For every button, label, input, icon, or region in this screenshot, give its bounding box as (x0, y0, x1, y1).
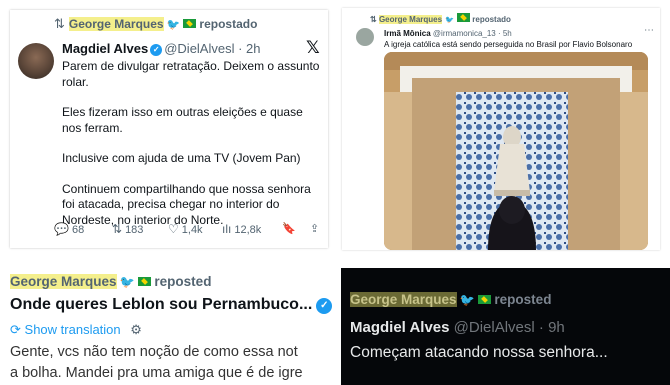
show-translation-label: Show translation (24, 322, 121, 337)
verified-badge-icon: ✓ (150, 44, 163, 56)
repost-icon: ⇅ (112, 222, 123, 236)
reply-count: 68 (71, 224, 85, 236)
reply-icon: 💬 (54, 222, 69, 236)
tweet-text-line: Gente, vcs não tem noção de como essa no… (10, 344, 298, 360)
repost-count: 183 (125, 224, 144, 236)
avatar[interactable] (356, 28, 374, 46)
tweet-card-4: George Marques 🐦 reposted Magdiel Alves @… (341, 268, 670, 385)
bird-icon: 🐦 (445, 15, 455, 24)
views-button[interactable]: ılı 12,8k (222, 222, 261, 236)
x-logo-icon: 𝕏 (306, 38, 320, 58)
translate-icon: ⟳ (10, 322, 21, 337)
repost-label: reposted (154, 274, 212, 289)
author-line: Magdiel Alves @DielAlvesl · 9h (350, 319, 565, 336)
like-button[interactable]: ♡ 1,4k (168, 222, 203, 236)
brazil-flag-icon (137, 277, 151, 286)
author-name[interactable]: Irmã Mônica (384, 29, 431, 38)
author-line: Irmã Mônica @irmamonica_13 · 5h (384, 29, 512, 38)
tweet-paragraph: Eles fizeram isso em outras eleições e q… (62, 105, 303, 135)
tweet-card-3: George Marques 🐦 reposted Onde queres Leb… (0, 264, 334, 385)
chapel-image (384, 52, 648, 250)
repost-header: ⇅ George Marques 🐦 repostado (54, 16, 257, 32)
author-handle[interactable]: @irmamonica_13 · 5h (433, 29, 512, 38)
share-icon[interactable]: ⇪ (310, 222, 319, 235)
reposter-name[interactable]: George Marques (378, 15, 443, 24)
author-name[interactable]: Onde queres Leblon sou Pernambuco... (10, 296, 312, 313)
reply-button[interactable]: 💬 68 (54, 222, 84, 236)
brazil-flag-icon (477, 295, 491, 304)
bird-icon: 🐦 (119, 275, 135, 289)
author-name[interactable]: Magdiel Alves (62, 41, 148, 56)
show-translation-link[interactable]: ⟳ Show translation ⚙ (10, 322, 142, 338)
author-line: Onde queres Leblon sou Pernambuco... ✓ (10, 296, 333, 314)
like-count: 1,4k (181, 224, 203, 236)
tweet-text: Começam atacando nossa senhora... (350, 344, 608, 361)
tweet-card-2: ⇅ George Marques 🐦 repostado Irmã Mônica … (342, 8, 660, 250)
view-count: 12,8k (234, 224, 262, 236)
tweet-photo[interactable] (384, 52, 648, 250)
repost-button[interactable]: ⇅ 183 (112, 222, 143, 236)
tweet-paragraph: Parem de divulgar retratação. Deixem o a… (62, 59, 320, 89)
reposter-name[interactable]: George Marques (68, 17, 164, 31)
repost-icon: ⇅ (54, 16, 65, 31)
tweet-text-line: a bolha. Mandei pra uma amiga que é de i… (10, 365, 303, 381)
bird-icon: 🐦 (166, 19, 181, 31)
author-handle[interactable]: @DielAlvesl · 9h (454, 319, 565, 336)
tweet-text: Parem de divulgar retratação. Deixem o a… (62, 59, 324, 243)
repost-header: George Marques 🐦 reposted (350, 292, 551, 307)
repost-header: ⇅ George Marques 🐦 repostado (370, 13, 511, 24)
gear-icon[interactable]: ⚙ (130, 322, 142, 337)
repost-label: reposted (494, 292, 552, 307)
reposter-name[interactable]: George Marques (10, 274, 117, 289)
tweet-paragraph: Inclusive com ajuda de uma TV (Jovem Pan… (62, 151, 301, 165)
brazil-flag-icon (457, 13, 471, 22)
heart-icon: ♡ (168, 222, 179, 236)
author-handle[interactable]: @DielAlvesl · 2h (164, 41, 260, 56)
bird-icon: 🐦 (459, 293, 475, 307)
tweet-text: A igreja católica está sendo perseguida … (384, 40, 633, 49)
more-options-icon[interactable]: ⋯ (644, 25, 654, 36)
repost-header: George Marques 🐦 reposted (10, 274, 211, 289)
views-icon: ılı (222, 222, 232, 236)
verified-badge-icon: ✓ (316, 298, 333, 314)
repost-label: repostado (472, 15, 511, 24)
reposter-name[interactable]: George Marques (350, 292, 457, 307)
avatar[interactable] (18, 43, 54, 79)
author-name[interactable]: Magdiel Alves (350, 319, 449, 336)
tweet-card-1: ⇅ George Marques 🐦 repostado Magdiel Alves… (10, 10, 328, 248)
repost-label: repostado (199, 17, 258, 31)
bookmark-icon[interactable]: 🔖 (282, 222, 296, 235)
author-line: Magdiel Alves ✓ @DielAlvesl · 2h (62, 41, 261, 56)
brazil-flag-icon (183, 19, 197, 28)
